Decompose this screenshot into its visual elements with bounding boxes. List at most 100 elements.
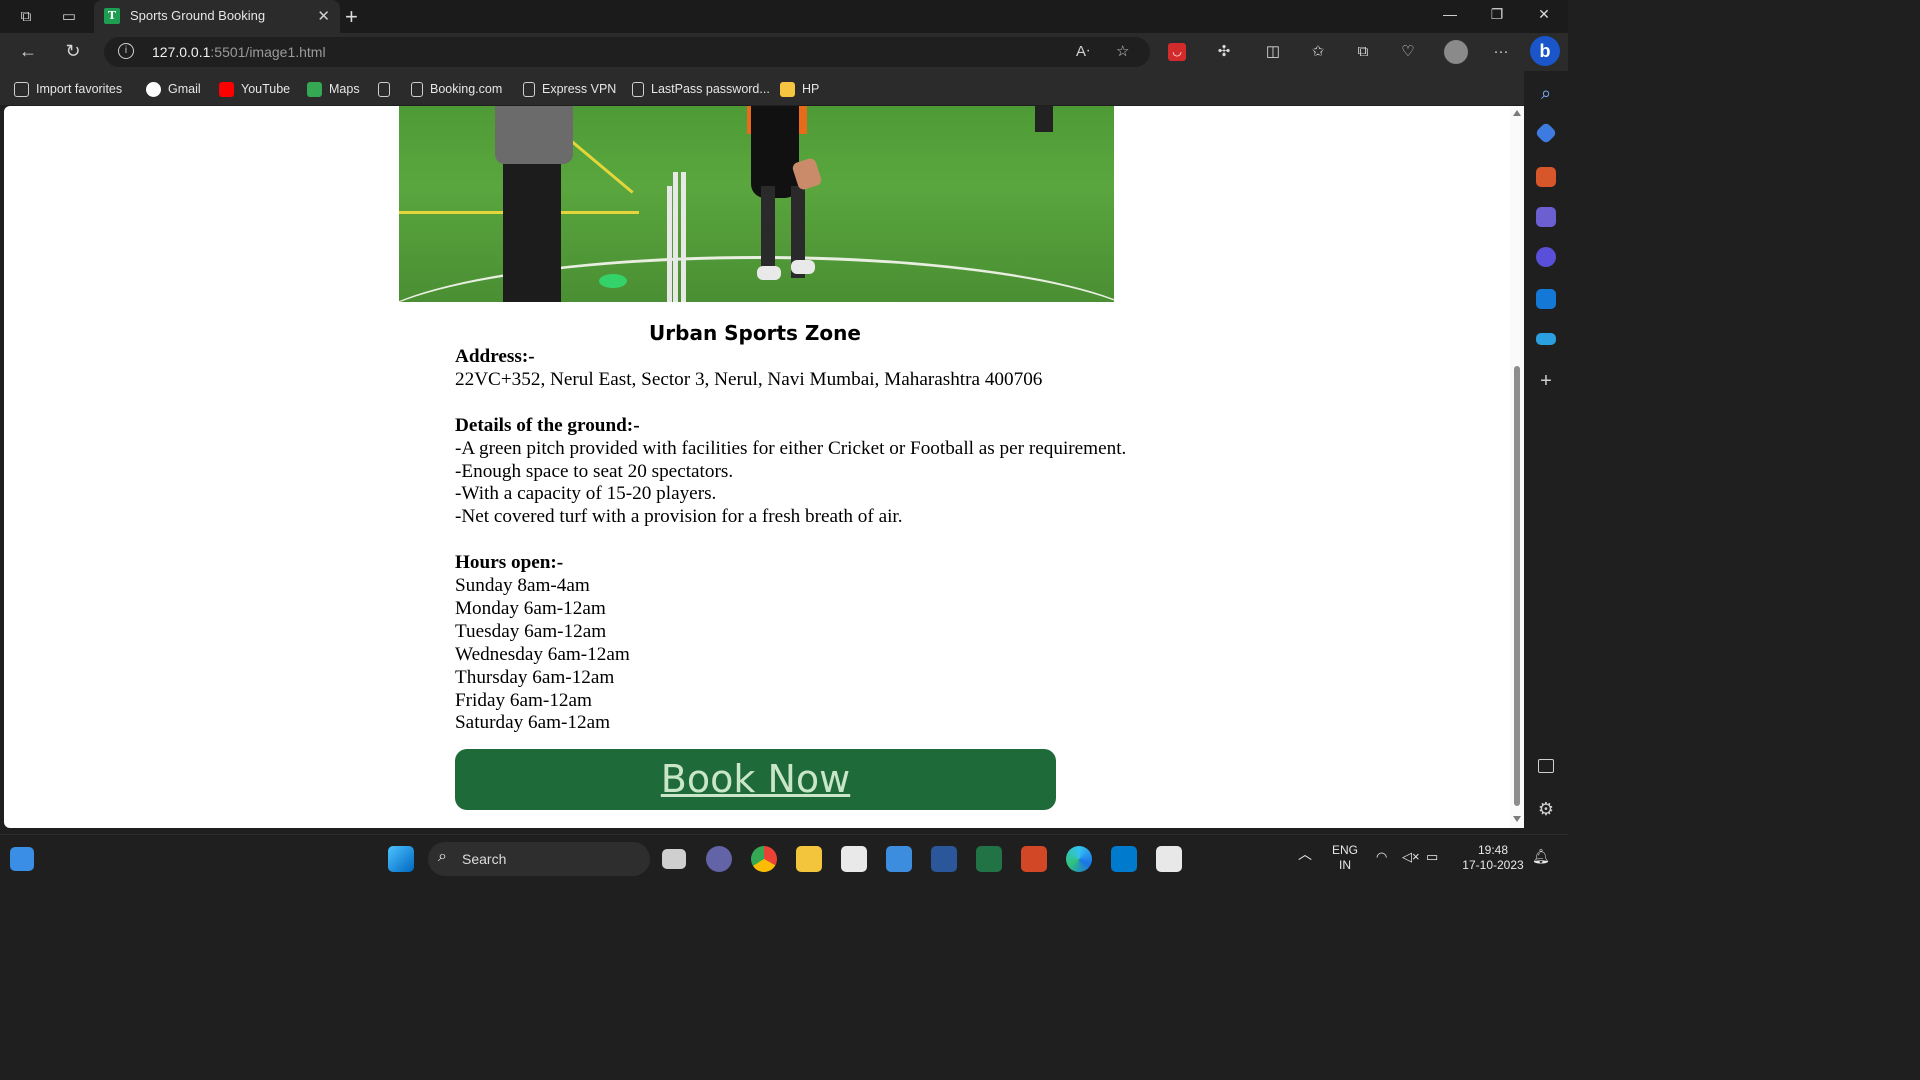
detail-item: -Enough space to seat 20 spectators. (455, 460, 734, 482)
favorite-folder-hp[interactable]: HP (780, 80, 819, 98)
clock[interactable]: 19:48 17-10-2023 (1458, 843, 1528, 873)
marker-cone (599, 274, 627, 288)
tab-favicon-icon: T (104, 8, 120, 24)
scroll-down-icon[interactable] (1513, 816, 1521, 822)
powerpoint-icon[interactable] (1021, 846, 1047, 872)
games-icon[interactable] (1536, 207, 1556, 227)
close-window-button[interactable]: ✕ (1532, 6, 1556, 23)
more-menu-icon[interactable]: ··· (1490, 41, 1512, 63)
page-icon (411, 81, 423, 97)
toolbar: ← ↻ i 127.0.0.1:5501/image1.html Aᐧ ☆ ◡ … (0, 33, 1568, 71)
profile-avatar[interactable] (1444, 40, 1468, 64)
speaker-muted-icon[interactable]: ◁× (1402, 849, 1420, 864)
shopping-tag-icon[interactable] (1534, 121, 1558, 145)
favorite-maps[interactable]: Maps (307, 80, 360, 98)
taskbar-search[interactable]: ⌕ Search (428, 842, 650, 876)
search-icon[interactable]: ⌕ (1536, 83, 1556, 103)
task-view-icon[interactable] (662, 849, 686, 869)
detail-item: -Net covered turf with a provision for a… (455, 506, 903, 528)
favorites-bar: Import favorites Gmail YouTube Maps Book… (0, 71, 1524, 105)
scroll-up-icon[interactable] (1513, 110, 1521, 116)
favorite-star-icon[interactable]: ☆ (1116, 42, 1129, 60)
send-icon[interactable] (1536, 333, 1556, 345)
youtube-icon (219, 81, 234, 97)
favorite-page[interactable] (378, 80, 390, 98)
favorite-youtube[interactable]: YouTube (219, 80, 290, 98)
google-icon (146, 81, 161, 97)
settings-gear-icon[interactable]: ⚙ (1536, 799, 1556, 819)
address-text: 22VC+352, Nerul East, Sector 3, Nerul, N… (455, 368, 1043, 390)
favorite-booking[interactable]: Booking.com (411, 80, 502, 98)
language-indicator[interactable]: ENG IN (1332, 843, 1358, 873)
turf-photo (399, 106, 1114, 302)
detail-item: -With a capacity of 15-20 players. (455, 483, 717, 505)
scrollbar-thumb[interactable] (1514, 366, 1520, 806)
tools-icon[interactable] (1536, 167, 1556, 187)
hours-item: Friday 6am-12am (455, 689, 592, 711)
browser-essentials-icon[interactable]: ♡ (1397, 41, 1419, 63)
batter-shoe (791, 260, 815, 274)
workspaces-icon[interactable]: ⧉ (15, 6, 37, 28)
battery-icon[interactable]: ▭ (1426, 849, 1438, 864)
notification-bell-icon[interactable]: 🔔︎ (1532, 849, 1550, 864)
outlook-icon[interactable] (1536, 289, 1556, 309)
detail-item: -A green pitch provided with facilities … (455, 437, 1127, 459)
teams-chat-icon[interactable] (706, 846, 732, 872)
book-now-button[interactable]: Book Now (455, 749, 1056, 810)
excel-icon[interactable] (976, 846, 1002, 872)
hours-item: Tuesday 6am-12am (455, 620, 607, 642)
tab-actions-icon[interactable]: ▭ (58, 6, 80, 28)
tab-sports-ground-booking[interactable]: T Sports Ground Booking ✕ (94, 0, 340, 33)
background-player (1035, 106, 1053, 132)
favorites-icon[interactable]: ✩ (1307, 41, 1329, 63)
stump (673, 172, 678, 302)
add-sidebar-icon[interactable]: + (1536, 371, 1556, 391)
chrome-icon[interactable] (751, 846, 777, 872)
venue-details: Address:- 22VC+352, Nerul East, Sector 3… (455, 346, 1126, 735)
hours-item: Thursday 6am-12am (455, 666, 615, 688)
windows-taskbar: ⌕ Search ︿ ENG IN ◠ ◁× ▭ 19:48 17-10-202… (0, 834, 1568, 882)
stump (681, 172, 686, 302)
restore-button[interactable]: ❐ (1485, 6, 1509, 23)
minimize-button[interactable]: — (1438, 6, 1462, 22)
start-windows-icon[interactable] (388, 846, 414, 872)
batter-shoe (757, 266, 781, 280)
favorite-expressvpn[interactable]: Express VPN (523, 80, 616, 98)
page-icon (632, 81, 644, 97)
vscode-icon[interactable] (1111, 846, 1137, 872)
widgets-icon[interactable] (10, 847, 34, 871)
pocket-extension-icon[interactable]: ◡ (1168, 43, 1186, 61)
sidebar-toggle-icon[interactable] (1538, 759, 1554, 773)
favorite-lastpass[interactable]: LastPass password... (632, 80, 770, 98)
close-tab-icon[interactable]: ✕ (317, 7, 330, 25)
address-heading: Address:- (455, 346, 535, 367)
word-icon[interactable] (931, 846, 957, 872)
refresh-icon[interactable]: ↻ (61, 41, 85, 62)
edge-sidebar: ⌕ + ⚙ (1524, 71, 1568, 831)
new-tab-button[interactable]: + (345, 4, 358, 30)
copilot-icon[interactable]: b (1530, 36, 1560, 66)
microsoft-store-icon[interactable] (841, 846, 867, 872)
address-bar[interactable]: i 127.0.0.1:5501/image1.html Aᐧ ☆ (104, 37, 1150, 67)
hours-item: Sunday 8am-4am (455, 575, 590, 597)
read-aloud-icon[interactable]: Aᐧ (1076, 42, 1090, 60)
url-text[interactable]: 127.0.0.1:5501/image1.html (152, 44, 326, 60)
split-screen-icon[interactable]: ◫ (1262, 41, 1284, 63)
page-scrollbar[interactable] (1510, 106, 1524, 828)
wifi-icon[interactable]: ◠ (1376, 849, 1387, 864)
notepad-icon[interactable] (886, 846, 912, 872)
tray-overflow-icon[interactable]: ︿ (1298, 847, 1312, 862)
collections-icon[interactable]: ⧉ (1352, 41, 1374, 63)
favorite-import[interactable]: Import favorites (14, 80, 122, 98)
snipping-tool-icon[interactable] (1156, 846, 1182, 872)
site-info-icon[interactable]: i (118, 43, 134, 59)
copilot-sidebar-icon[interactable] (1536, 247, 1556, 267)
back-icon[interactable]: ← (16, 41, 40, 62)
file-explorer-icon[interactable] (796, 846, 822, 872)
tab-title: Sports Ground Booking (130, 8, 266, 23)
favorite-gmail[interactable]: Gmail (146, 80, 201, 98)
stump (667, 186, 672, 302)
extensions-icon[interactable]: ✣ (1213, 41, 1235, 63)
edge-icon[interactable] (1066, 846, 1092, 872)
import-icon (14, 81, 29, 97)
